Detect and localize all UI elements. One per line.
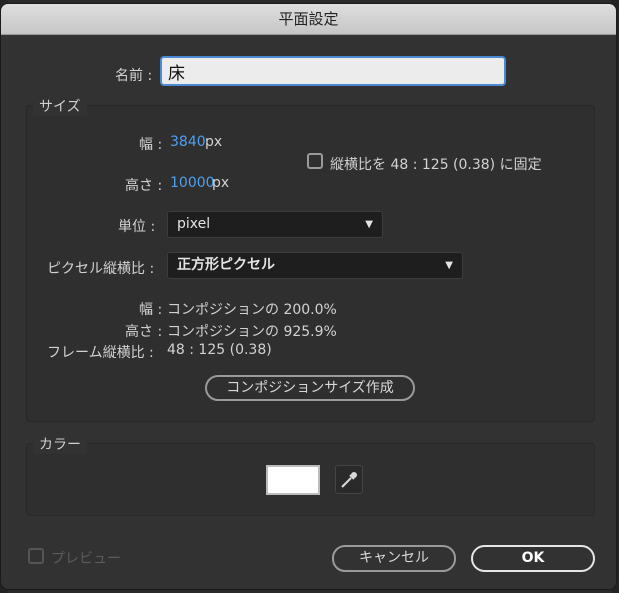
height-label: 高さ : [125, 178, 163, 194]
units-select[interactable]: pixel ▼ [167, 211, 383, 238]
pixel-aspect-select[interactable]: 正方形ピクセル ▼ [167, 252, 463, 279]
color-group-label: カラー [33, 434, 87, 454]
dialog-title: 平面設定 [1, 4, 616, 35]
units-label: 単位 : [118, 219, 156, 235]
frame-ratio-label: フレーム縦横比 : [47, 345, 154, 361]
eyedropper-button[interactable] [335, 465, 363, 494]
units-select-value: pixel [177, 216, 211, 232]
make-comp-size-button[interactable]: コンポジションサイズ作成 [205, 375, 415, 401]
width-label: 幅 : [139, 137, 163, 153]
preview-checkbox[interactable] [28, 548, 44, 564]
pixel-aspect-select-value: 正方形ピクセル [177, 257, 275, 273]
eyedropper-icon [341, 472, 357, 488]
lock-aspect-checkbox[interactable] [307, 153, 323, 169]
name-input[interactable] [160, 56, 506, 86]
cancel-button[interactable]: キャンセル [332, 545, 456, 572]
ok-button[interactable]: OK [471, 545, 595, 572]
comp-width-label: 幅 : [139, 302, 163, 318]
lock-aspect-label: 縦横比を 48 : 125 (0.38) に固定 [330, 157, 542, 173]
height-unit: px [212, 175, 230, 191]
size-group-label: サイズ [33, 96, 87, 116]
height-value[interactable]: 10000 [170, 175, 215, 191]
width-unit: px [205, 134, 223, 150]
name-label: 名前 : [115, 68, 153, 84]
chevron-down-icon: ▼ [365, 219, 373, 230]
chevron-down-icon: ▼ [445, 260, 453, 271]
preview-label: プレビュー [51, 551, 121, 567]
frame-ratio-value: 48 : 125 (0.38) [167, 342, 272, 358]
color-swatch[interactable] [266, 465, 320, 495]
pixel-aspect-label: ピクセル縦横比 : [47, 261, 155, 277]
comp-height-value: コンポジションの 925.9% [167, 324, 337, 340]
width-value[interactable]: 3840 [170, 134, 206, 150]
solid-settings-dialog: 平面設定 名前 : サイズ 幅 : 3840 px 高さ : 10000 px … [0, 3, 617, 590]
comp-height-label: 高さ : [125, 324, 163, 340]
comp-width-value: コンポジションの 200.0% [167, 302, 337, 318]
